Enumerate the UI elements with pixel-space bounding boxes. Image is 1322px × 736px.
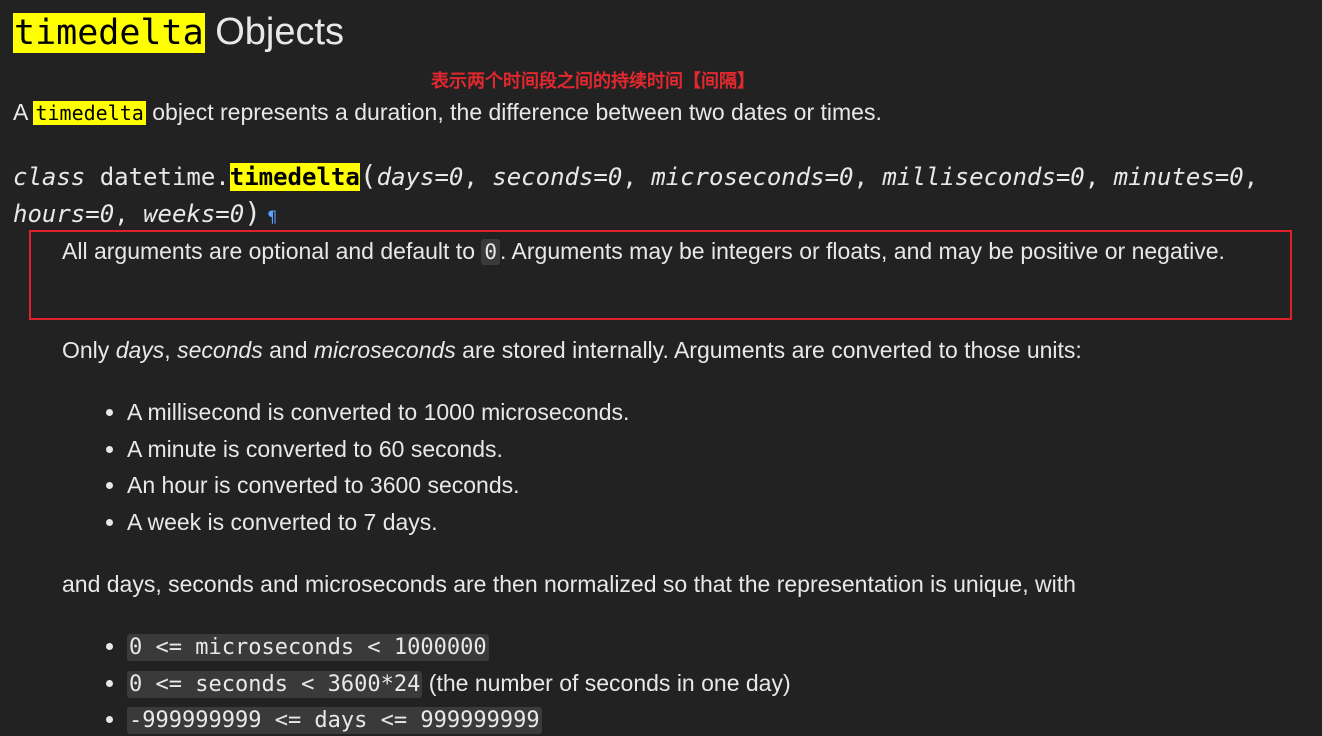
arguments-text-after: . Arguments may be integers or floats, a… [500, 238, 1225, 264]
only-text-4: are stored internally. Arguments are con… [455, 337, 1082, 363]
range-code: -999999999 <= days <= 999999999 [127, 707, 542, 735]
signature-param: weeks=0 [143, 200, 245, 228]
range-text: (the number of seconds in one day) [422, 669, 791, 696]
signature-keyword: class [13, 163, 86, 191]
signature-name: timedelta [229, 163, 360, 191]
only-text-3: and [262, 337, 314, 363]
signature-param: hours=0 [13, 200, 115, 228]
only-em-seconds: seconds [177, 337, 263, 363]
annotation-note: 表示两个时间段之间的持续时间【间隔】 [431, 71, 755, 91]
signature-separator: , [114, 200, 144, 228]
title-rest: Objects [204, 11, 345, 53]
normalize-paragraph: and days, seconds and microseconds are t… [62, 571, 1076, 597]
signature-separator: , [1084, 163, 1114, 191]
list-item: 0 <= seconds < 3600*24 (the number of se… [62, 665, 962, 702]
arguments-text-before: All arguments are optional and default t… [62, 238, 482, 264]
signature-param: minutes=0 [1113, 163, 1244, 191]
signature-close-paren: ) [244, 196, 262, 229]
signature-separator: , [853, 163, 883, 191]
only-em-days: days [115, 337, 165, 363]
list-item: A millisecond is converted to 1000 micro… [62, 394, 962, 431]
signature-separator: , [622, 163, 652, 191]
class-signature: class datetime.timedelta(days=0, seconds… [13, 158, 1303, 235]
signature-separator: , [463, 163, 493, 191]
arguments-paragraph: All arguments are optional and default t… [62, 233, 1282, 271]
stored-units-paragraph: Only days, seconds and microseconds are … [62, 334, 1082, 366]
page-title: timedelta Objects [13, 8, 344, 57]
signature-param: seconds=0 [492, 163, 623, 191]
only-em-microseconds: microseconds [313, 337, 456, 363]
range-list: 0 <= microseconds < 1000000 0 <= seconds… [62, 628, 962, 736]
list-item: -999999999 <= days <= 999999999 [62, 701, 962, 736]
intro-paragraph: A timedelta object represents a duration… [13, 96, 882, 129]
permalink-icon[interactable]: ¶ [267, 207, 277, 226]
list-item: An hour is converted to 3600 seconds. [62, 467, 962, 504]
conversion-list: A millisecond is converted to 1000 micro… [62, 394, 962, 540]
signature-open-paren: ( [359, 159, 377, 192]
signature-param: days=0 [376, 163, 464, 191]
only-text-1: Only [62, 337, 116, 363]
signature-param: microseconds=0 [651, 163, 854, 191]
list-item: 0 <= microseconds < 1000000 [62, 628, 962, 665]
range-code: 0 <= seconds < 3600*24 [127, 670, 423, 698]
signature-module: datetime. [99, 163, 230, 191]
signature-param: milliseconds=0 [882, 163, 1085, 191]
intro-prefix: A [13, 99, 34, 125]
list-item: A week is converted to 7 days. [62, 504, 962, 541]
intro-code[interactable]: timedelta [33, 101, 146, 125]
intro-suffix: object represents a duration, the differ… [145, 99, 882, 125]
list-item: A minute is converted to 60 seconds. [62, 431, 962, 468]
default-zero-code: 0 [481, 239, 501, 265]
signature-separator: , [1243, 163, 1259, 191]
title-code: timedelta [13, 13, 205, 53]
only-text-2: , [164, 337, 178, 363]
range-code: 0 <= microseconds < 1000000 [127, 634, 489, 661]
